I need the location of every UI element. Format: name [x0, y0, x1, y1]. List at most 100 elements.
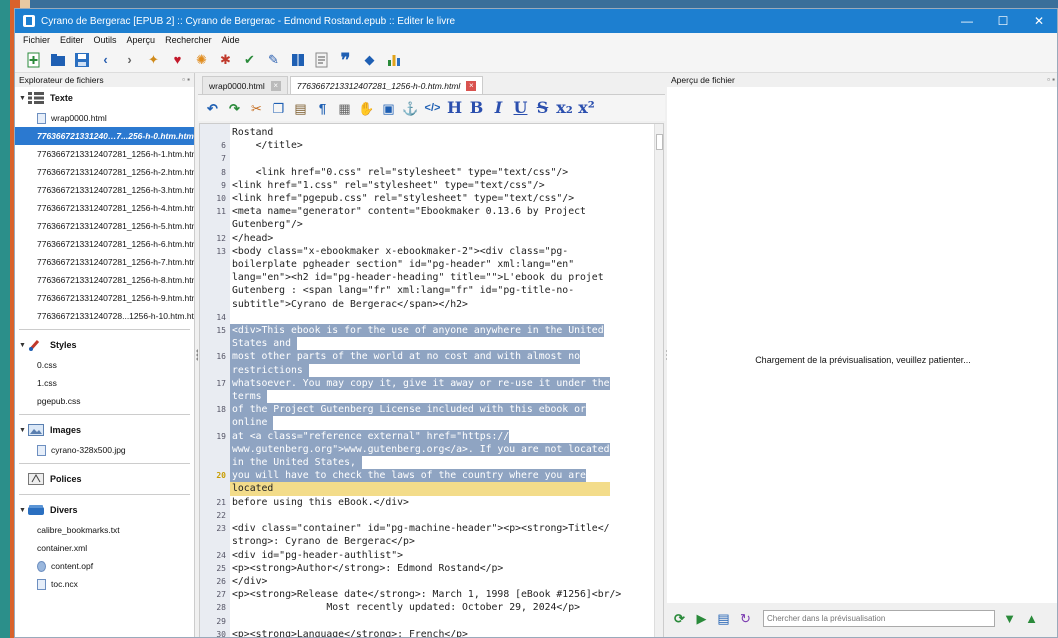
file-item[interactable]: 7763667213312407281_1256-h-2.htm.html: [15, 163, 194, 181]
open-folder-icon[interactable]: [49, 51, 66, 68]
insert-char-icon[interactable]: ✋: [358, 100, 375, 117]
file-item[interactable]: 7763667213312407281_1256-h-4.htm.html: [15, 199, 194, 217]
edit-icon[interactable]: ✎: [265, 51, 282, 68]
file-item[interactable]: 7763667213312407281_1256-h-9.htm.html: [15, 289, 194, 307]
paste-icon[interactable]: ▤: [292, 100, 309, 117]
code-line: terms: [200, 390, 656, 404]
subscript-icon[interactable]: x₂: [556, 100, 573, 117]
sync-icon[interactable]: ⟳: [671, 610, 688, 627]
play-icon[interactable]: ▶: [693, 610, 710, 627]
file-item[interactable]: content.opf: [15, 557, 194, 575]
file-item[interactable]: container.xml: [15, 539, 194, 557]
section-divers[interactable]: ▼ Divers: [15, 499, 194, 521]
forward-icon[interactable]: ›: [121, 51, 138, 68]
tab-wrap0000[interactable]: wrap0000.html ×: [202, 76, 288, 94]
main-toolbar: ‹ › ✦ ♥ ✺ ✱ ✔ ✎ ❞ ◆: [15, 47, 1057, 73]
insert-file-icon[interactable]: ▦: [336, 100, 353, 117]
section-texte[interactable]: ▼ Texte: [15, 87, 194, 109]
undo-icon[interactable]: ↶: [204, 100, 221, 117]
tab-active-file[interactable]: 7763667213312407281_1256-h-0.htm.html ×: [289, 76, 484, 94]
new-file-icon[interactable]: [25, 51, 42, 68]
section-styles[interactable]: ▼ Styles: [15, 334, 194, 356]
strikethrough-icon[interactable]: S: [534, 100, 551, 117]
misc-folder-icon: [28, 505, 44, 515]
copy-icon[interactable]: ❐: [270, 100, 287, 117]
file-item[interactable]: wrap0000.html: [15, 109, 194, 127]
spellcheck-icon[interactable]: ✔: [241, 51, 258, 68]
back-icon[interactable]: ‹: [97, 51, 114, 68]
italic-icon[interactable]: I: [490, 100, 507, 117]
inspect-icon[interactable]: ▤: [715, 610, 732, 627]
cut-icon[interactable]: ✂: [248, 100, 265, 117]
menu-rechercher[interactable]: Rechercher: [165, 35, 212, 45]
close-tab-icon[interactable]: ×: [270, 80, 281, 91]
quote-icon[interactable]: ❞: [337, 51, 354, 69]
insert-image-icon[interactable]: ▣: [380, 100, 397, 117]
line-number: 16: [216, 352, 226, 362]
vertical-scrollbar[interactable]: [654, 124, 663, 637]
heading-icon[interactable]: H: [446, 100, 463, 117]
file-item[interactable]: 7763667213312407281_1256-h-5.htm.html: [15, 217, 194, 235]
insert-tag-icon[interactable]: </>: [424, 100, 441, 117]
code-line: 6 </title>: [200, 139, 656, 152]
code-area[interactable]: Rostand 6 </title> 7 8 <link href="0.css" r…: [199, 123, 664, 638]
maximize-button[interactable]: ☐: [985, 14, 1021, 28]
eraser-icon[interactable]: ◆: [361, 51, 378, 68]
section-polices[interactable]: Polices: [15, 468, 194, 490]
file-name: toc.ncx: [51, 579, 78, 589]
pane-float-close-icon[interactable]: ▫ ▪: [1047, 73, 1055, 87]
save-icon[interactable]: [73, 51, 90, 68]
file-item[interactable]: 7763667213312407281_1256-h-3.htm.html: [15, 181, 194, 199]
menu-outils[interactable]: Outils: [94, 35, 117, 45]
line-text: terms: [230, 390, 268, 404]
search-down-icon[interactable]: ▼: [1001, 610, 1018, 627]
pilcrow-cursor-icon[interactable]: ¶: [314, 100, 331, 117]
superscript-icon[interactable]: x²: [578, 100, 595, 117]
underline-icon[interactable]: U: [512, 100, 529, 117]
file-item[interactable]: calibre_bookmarks.txt: [15, 521, 194, 539]
file-item[interactable]: 776366721331240728...1256-h-10.htm.html: [15, 307, 194, 325]
collapse-arrow-icon[interactable]: ▼: [19, 507, 28, 514]
report-chart-icon[interactable]: [385, 51, 402, 68]
spinner-icon[interactable]: ✺: [193, 51, 210, 68]
menu-editer[interactable]: Editer: [60, 35, 84, 45]
file-item[interactable]: toc.ncx: [15, 575, 194, 593]
line-number: 9: [221, 180, 226, 190]
file-item[interactable]: 1.css: [15, 374, 194, 392]
collapse-arrow-icon[interactable]: ▼: [19, 342, 28, 349]
close-tab-icon[interactable]: ×: [466, 80, 477, 91]
bug-check-icon[interactable]: ✱: [217, 51, 234, 68]
search-up-icon[interactable]: ▲: [1023, 610, 1040, 627]
file-item[interactable]: 0.css: [15, 356, 194, 374]
file-item[interactable]: 7763667213312407281_1256-h-6.htm.html: [15, 235, 194, 253]
line-text: most other parts of the world at no cost…: [230, 350, 580, 364]
file-item[interactable]: cyrano-328x500.jpg: [15, 441, 194, 459]
reload-icon[interactable]: ↻: [737, 610, 754, 627]
close-button[interactable]: ✕: [1021, 14, 1057, 28]
toc-icon[interactable]: [313, 51, 330, 68]
insert-link-icon[interactable]: ⚓: [402, 100, 419, 117]
line-text: <p><strong>Language</strong>: French</p>: [232, 628, 468, 638]
file-item[interactable]: 7763667213312407281_1256-h-1.htm.html: [15, 145, 194, 163]
favorite-heart-icon[interactable]: ♥: [169, 51, 186, 68]
collapse-arrow-icon[interactable]: ▼: [19, 95, 28, 102]
section-images[interactable]: ▼ Images: [15, 419, 194, 441]
menu-fichier[interactable]: Fichier: [23, 35, 50, 45]
minimize-button[interactable]: —: [949, 14, 985, 28]
file-item[interactable]: pgepub.css: [15, 392, 194, 410]
redo-icon[interactable]: ↷: [226, 100, 243, 117]
scrollbar-thumb[interactable]: [656, 134, 663, 150]
code-line: 11 <meta name="generator" content="Ebookm…: [200, 205, 656, 218]
file-item-selected[interactable]: 776366721331240…7...256-h-0.htm.html: [15, 127, 194, 145]
preview-search-input[interactable]: [763, 609, 995, 627]
menu-aide[interactable]: Aide: [222, 35, 240, 45]
file-item[interactable]: 7763667213312407281_1256-h-8.htm.html: [15, 271, 194, 289]
collapse-arrow-icon[interactable]: ▼: [19, 427, 28, 434]
menu-apercu[interactable]: Aperçu: [127, 35, 156, 45]
bookmark-pin-icon[interactable]: ✦: [145, 51, 162, 68]
bold-icon[interactable]: B: [468, 100, 485, 117]
texte-file-list: wrap0000.html 776366721331240…7...256-h-…: [15, 109, 194, 325]
book-icon[interactable]: [289, 51, 306, 68]
file-item[interactable]: 7763667213312407281_1256-h-7.htm.html: [15, 253, 194, 271]
pane-float-close-icon[interactable]: ▫ ▪: [182, 73, 190, 87]
